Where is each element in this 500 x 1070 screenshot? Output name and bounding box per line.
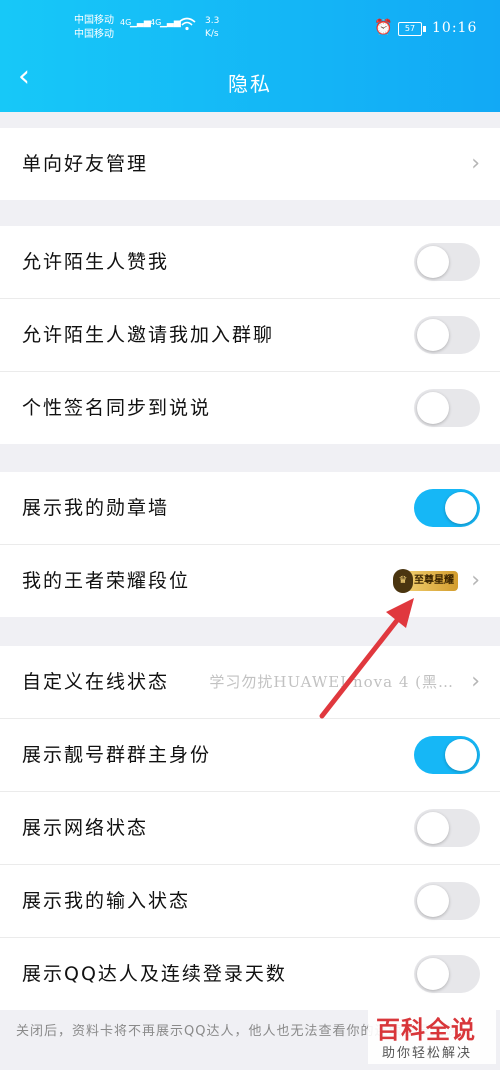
watermark-subtitle: 助你轻松解决	[382, 1046, 473, 1061]
watermark-title: 百科全说	[376, 1016, 476, 1044]
watermark-logo: 百科全说 助你轻松解决	[368, 1006, 496, 1064]
annotation-arrow	[319, 598, 414, 719]
